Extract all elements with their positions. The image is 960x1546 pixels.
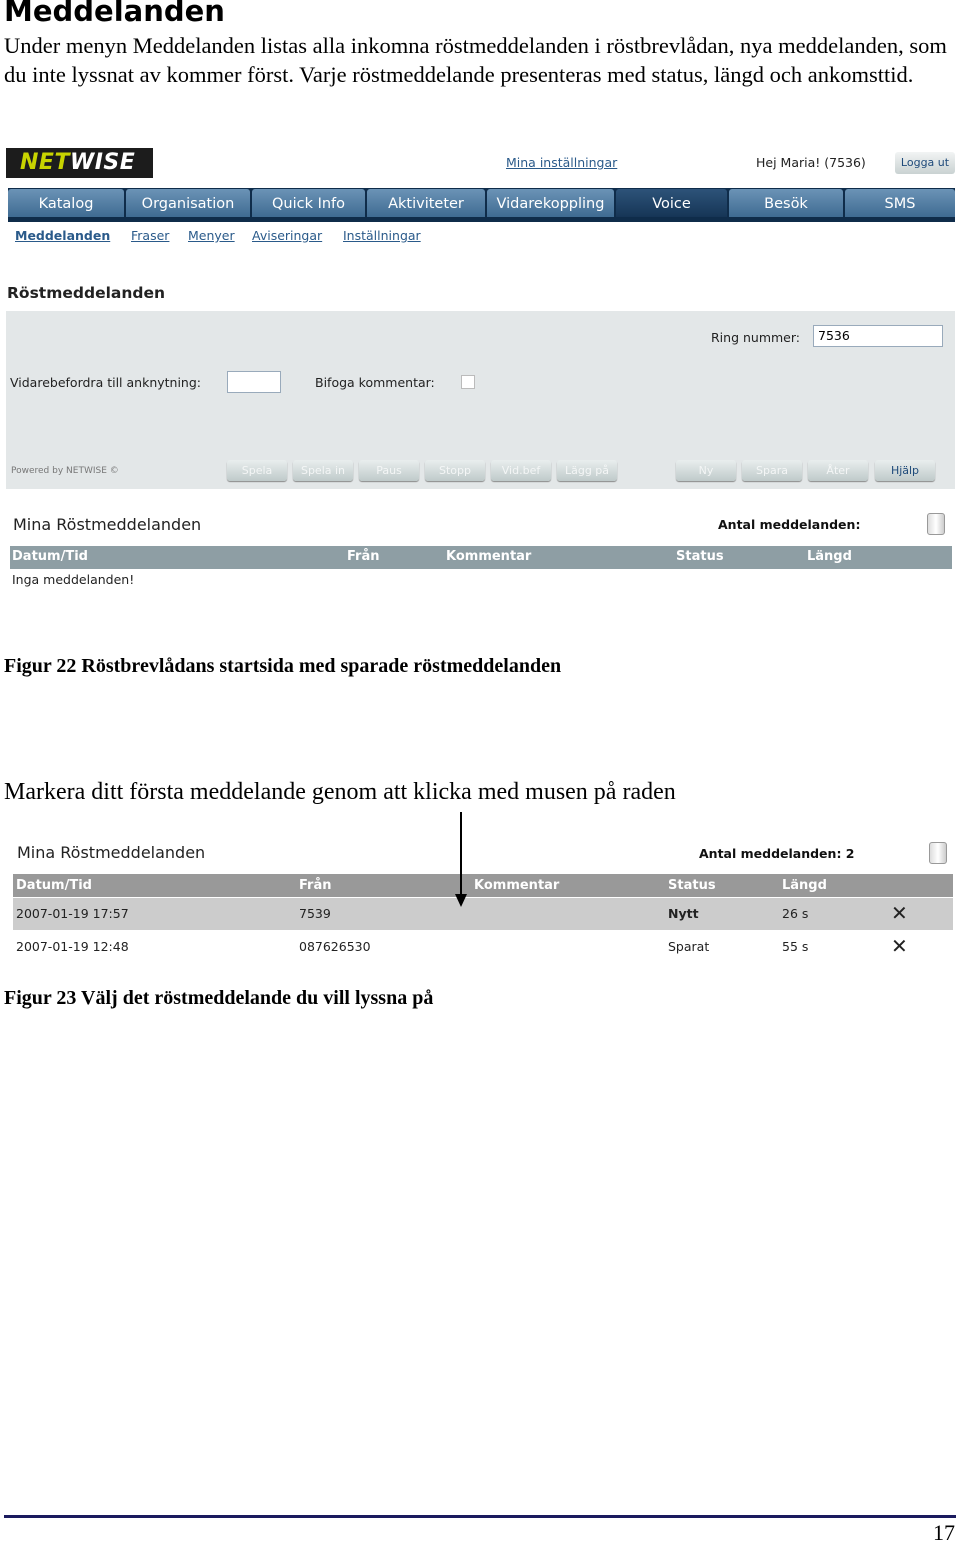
table-header: Datum/Tid Från Kommentar Status Längd xyxy=(10,546,952,569)
row-length: 55 s xyxy=(782,939,809,954)
fig23-table-header: Datum/Tid Från Kommentar Status Längd xyxy=(13,874,953,897)
tab-besok[interactable]: Besök xyxy=(729,189,843,217)
col-datetime[interactable]: Datum/Tid xyxy=(16,878,92,893)
tab-organisation[interactable]: Organisation xyxy=(126,189,250,217)
message-count-label: Antal meddelanden: xyxy=(718,517,861,532)
save-button[interactable]: Spara xyxy=(742,460,802,481)
hang-up-button[interactable]: Lägg på xyxy=(557,460,617,481)
subnav-meddelanden[interactable]: Meddelanden xyxy=(15,228,110,243)
fig23-list-title: Mina Röstmeddelanden xyxy=(17,843,206,862)
stop-button[interactable]: Stopp xyxy=(425,460,485,481)
main-nav: Katalog Organisation Quick Info Aktivite… xyxy=(8,188,955,222)
powered-by: Powered by NETWISE © xyxy=(11,466,119,476)
col-comment[interactable]: Kommentar xyxy=(446,549,531,564)
row-datetime: 2007-01-19 12:48 xyxy=(16,939,129,954)
trash-icon[interactable] xyxy=(927,513,945,535)
comment-checkbox[interactable] xyxy=(461,375,475,389)
netwise-logo: NETWISE xyxy=(6,148,153,178)
tab-sms[interactable]: SMS xyxy=(845,189,955,217)
tab-vidarekoppling[interactable]: Vidarekoppling xyxy=(487,189,614,217)
col-status[interactable]: Status xyxy=(668,878,716,893)
fig23-trash-icon[interactable] xyxy=(929,842,947,864)
pause-button[interactable]: Paus xyxy=(359,460,419,481)
section-title: Röstmeddelanden xyxy=(7,284,166,302)
subnav-installningar[interactable]: Inställningar xyxy=(343,228,421,243)
forward-extension-input[interactable] xyxy=(227,371,281,393)
fig23-message-count: Antal meddelanden: 2 xyxy=(699,846,855,861)
forward-button[interactable]: Vid.bef xyxy=(491,460,551,481)
list-title: Mina Röstmeddelanden xyxy=(13,515,202,534)
logout-button[interactable]: Logga ut xyxy=(895,152,955,174)
settings-link[interactable]: Mina inställningar xyxy=(506,155,617,170)
col-status[interactable]: Status xyxy=(676,549,724,564)
play-button[interactable]: Spela xyxy=(227,460,287,481)
tab-katalog[interactable]: Katalog xyxy=(8,189,124,217)
tab-voice[interactable]: Voice xyxy=(616,189,727,217)
instruction-text: Markera ditt första meddelande genom att… xyxy=(4,779,676,805)
row-from: 087626530 xyxy=(299,939,371,954)
row-length: 26 s xyxy=(782,906,809,921)
row-from: 7539 xyxy=(299,906,331,921)
record-button[interactable]: Spela in xyxy=(293,460,353,481)
row-status: Sparat xyxy=(668,939,710,954)
ring-number-input[interactable]: 7536 xyxy=(813,325,943,347)
ring-number-label: Ring nummer: xyxy=(711,330,801,345)
subnav-menyer[interactable]: Menyer xyxy=(188,228,235,243)
pointer-arrow-icon xyxy=(455,812,467,907)
figure-22-caption: Figur 22 Röstbrevlådans startsida med sp… xyxy=(4,655,562,677)
intro-paragraph: Under menyn Meddelanden listas alla inko… xyxy=(4,33,947,87)
col-datetime[interactable]: Datum/Tid xyxy=(12,549,88,564)
new-button[interactable]: Ny xyxy=(676,460,736,481)
col-from[interactable]: Från xyxy=(347,549,380,564)
page-number: 17 xyxy=(933,1520,955,1545)
col-from[interactable]: Från xyxy=(299,878,332,893)
delete-icon[interactable]: ✕ xyxy=(891,934,908,958)
comment-label: Bifoga kommentar: xyxy=(315,375,435,390)
subnav-fraser[interactable]: Fraser xyxy=(131,228,169,243)
page-heading: Meddelanden xyxy=(4,0,225,28)
delete-icon[interactable]: ✕ xyxy=(891,901,908,925)
row-datetime: 2007-01-19 17:57 xyxy=(16,906,129,921)
forward-label: Vidarebefordra till anknytning: xyxy=(10,375,201,390)
footer-rule xyxy=(4,1515,956,1518)
subnav-aviseringar[interactable]: Aviseringar xyxy=(252,228,322,243)
figure-23-caption: Figur 23 Välj det röstmeddelande du vill… xyxy=(4,987,434,1009)
col-length[interactable]: Längd xyxy=(807,549,852,564)
col-comment[interactable]: Kommentar xyxy=(474,878,559,893)
help-button[interactable]: Hjälp xyxy=(875,460,935,481)
table-row[interactable]: 2007-01-19 17:57 7539 Nytt 26 s ✕ xyxy=(13,898,953,930)
col-length[interactable]: Längd xyxy=(782,878,827,893)
back-button[interactable]: Åter xyxy=(808,460,868,481)
tab-quick-info[interactable]: Quick Info xyxy=(252,189,365,217)
table-row[interactable]: 2007-01-19 12:48 087626530 Sparat 55 s ✕ xyxy=(13,931,953,963)
greeting: Hej Maria! (7536) xyxy=(756,155,866,170)
tab-aktiviteter[interactable]: Aktiviteter xyxy=(367,189,485,217)
row-status: Nytt xyxy=(668,906,699,921)
empty-message: Inga meddelanden! xyxy=(12,572,135,587)
